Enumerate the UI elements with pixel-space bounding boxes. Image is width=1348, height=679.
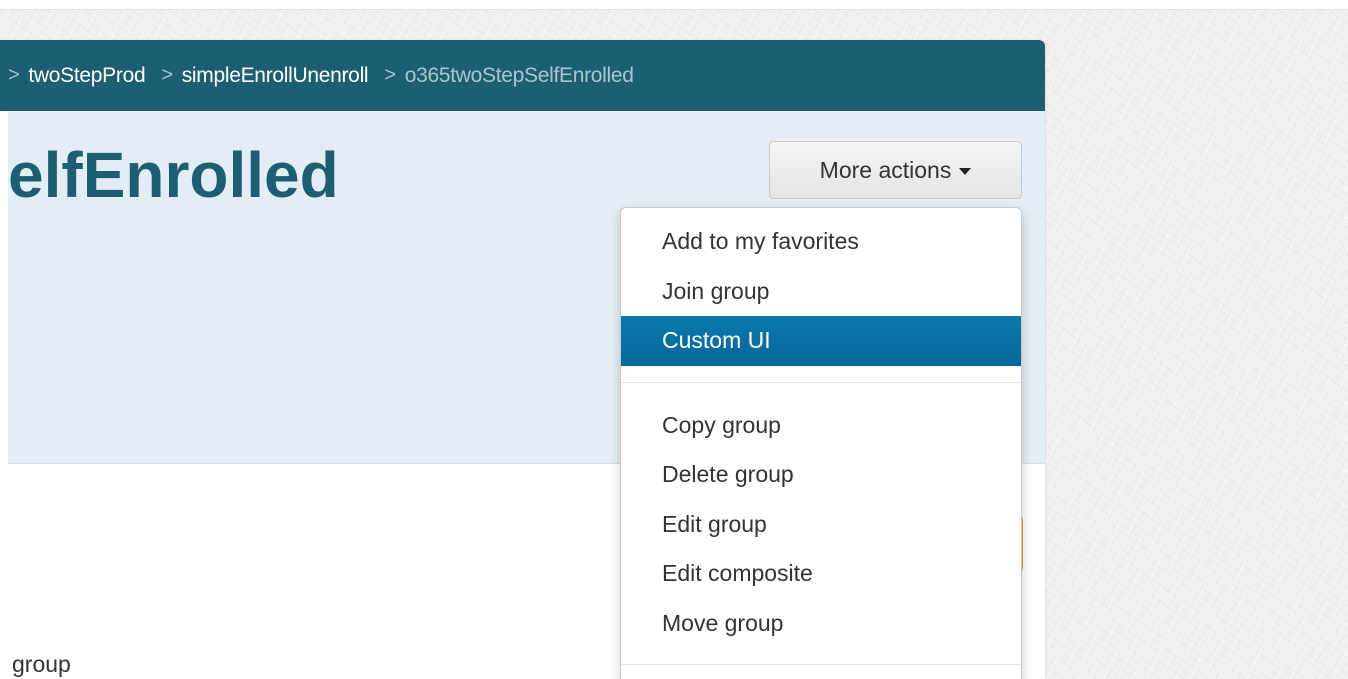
body-text: group (12, 651, 71, 677)
more-actions-button[interactable]: More actions (769, 141, 1022, 199)
chevron-right-icon: > (8, 64, 20, 86)
breadcrumb-item-simpleenrollunenroll[interactable]: > simpleEnrollUnenroll (161, 64, 384, 88)
menu-divider (621, 664, 1021, 665)
chevron-right-icon: > (161, 64, 173, 86)
breadcrumb: > twoStepProd > simpleEnrollUnenroll > o… (0, 40, 1045, 111)
menu-item-edit-group[interactable]: Edit group (621, 500, 1021, 550)
breadcrumb-label: o365twoStepSelfEnrolled (404, 63, 634, 87)
breadcrumb-label: twoStepProd (28, 63, 146, 87)
page-title: elfEnrolled (8, 139, 339, 211)
more-actions-menu: Add to my favorites Join group Custom UI… (620, 207, 1022, 679)
menu-item-move-group[interactable]: Move group (621, 599, 1021, 649)
caret-down-icon (959, 168, 972, 175)
menu-item-join-group[interactable]: Join group (621, 267, 1021, 317)
menu-item-edit-composite[interactable]: Edit composite (621, 549, 1021, 599)
menu-divider (621, 381, 1021, 383)
top-rule (0, 0, 1348, 10)
menu-item-custom-ui[interactable]: Custom UI (621, 316, 1021, 366)
breadcrumb-label: simpleEnrollUnenroll (181, 63, 369, 87)
breadcrumb-item-current: > o365twoStepSelfEnrolled (384, 64, 649, 88)
menu-item-copy-group[interactable]: Copy group (621, 401, 1021, 451)
menu-item-add-to-favorites[interactable]: Add to my favorites (621, 217, 1021, 267)
menu-item-delete-group[interactable]: Delete group (621, 450, 1021, 500)
more-actions-label: More actions (819, 156, 952, 183)
breadcrumb-item-twostepprod[interactable]: > twoStepProd (8, 64, 161, 88)
chevron-right-icon: > (384, 64, 396, 86)
